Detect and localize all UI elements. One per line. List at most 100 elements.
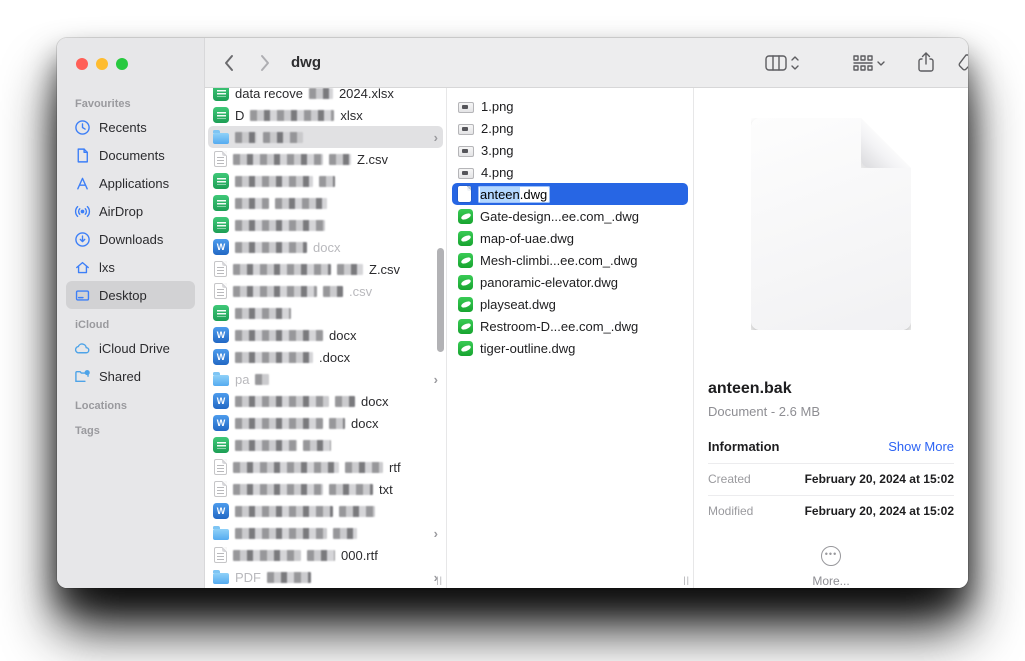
share-icon[interactable]	[917, 52, 935, 73]
redacted-file-row-6[interactable]	[205, 192, 446, 214]
document-icon	[73, 147, 91, 163]
redacted-file-row-16[interactable]: docx	[205, 412, 446, 434]
document-file-icon	[214, 547, 227, 563]
more-label[interactable]: More...	[708, 574, 954, 588]
redacted-text-block	[307, 549, 335, 561]
redacted-text-block	[235, 175, 313, 187]
file-item-mesh-climbi-ee-com-dwg[interactable]: Mesh-climbi...ee.com_.dwg	[447, 249, 693, 271]
dwg-file-icon	[458, 318, 473, 334]
main-area: dwg data recove 2024.xlsx D xlsx › Z.csv…	[205, 38, 968, 588]
file-item-4-png[interactable]: 4.png	[447, 161, 693, 183]
excel-file-icon	[213, 195, 229, 211]
dwg-file-icon	[458, 252, 473, 268]
sidebar-item-lxs[interactable]: lxs	[66, 253, 195, 281]
redacted-text-block	[235, 527, 327, 539]
redacted-file-row-13[interactable]: .docx	[205, 346, 446, 368]
redacted-file-row-9[interactable]: Z.csv	[205, 258, 446, 280]
tags-icon[interactable]	[957, 53, 968, 73]
file-name-fragment: PDF	[235, 569, 261, 585]
sidebar-item-shared[interactable]: Shared	[66, 362, 195, 390]
word-file-icon	[213, 327, 229, 343]
redacted-file-row-7[interactable]	[205, 214, 446, 236]
redacted-text-block	[250, 109, 335, 121]
file-item-gate-design-ee-com-dwg[interactable]: Gate-design...ee.com_.dwg	[447, 205, 693, 227]
window-controls	[76, 58, 128, 70]
column2-resize-handle[interactable]: ||	[683, 575, 690, 585]
file-item-anteen-dwg[interactable]: anteen .dwg	[452, 183, 688, 205]
file-name-label: 2.png	[481, 120, 514, 136]
file-name-fragment: rtf	[389, 459, 401, 475]
column1-scrollbar[interactable]	[437, 248, 444, 352]
close-button[interactable]	[76, 58, 88, 70]
image-thumbnail-icon	[458, 145, 474, 157]
redacted-file-row-3[interactable]: ›	[208, 126, 443, 148]
file-item-2-png[interactable]: 2.png	[447, 117, 693, 139]
redacted-file-row-1[interactable]: data recove 2024.xlsx	[205, 88, 446, 104]
minimize-button[interactable]	[96, 58, 108, 70]
group-icon[interactable]	[853, 54, 885, 72]
sidebar-item-label: Recents	[99, 119, 147, 135]
file-name-fragment: docx	[361, 393, 389, 409]
sidebar-item-label: AirDrop	[99, 203, 144, 219]
sidebar-item-icloud-drive[interactable]: iCloud Drive	[66, 334, 195, 362]
file-item-restroom-d-ee-com-dwg[interactable]: Restroom-D...ee.com_.dwg	[447, 315, 693, 337]
sidebar-item-label: Downloads	[99, 231, 164, 247]
folder-icon	[213, 130, 229, 144]
file-rename-field[interactable]: anteen .dwg	[478, 185, 551, 203]
sidebar-item-applications[interactable]: Applications	[66, 169, 195, 197]
file-item-playseat-dwg[interactable]: playseat.dwg	[447, 293, 693, 315]
redacted-file-row-15[interactable]: docx	[205, 390, 446, 412]
file-item-1-png[interactable]: 1.png	[447, 95, 693, 117]
redacted-file-row-19[interactable]: txt	[205, 478, 446, 500]
file-name-fragment: docx	[351, 415, 379, 431]
sidebar-item-recents[interactable]: Recents	[66, 113, 195, 141]
show-more-link[interactable]: Show More	[888, 439, 954, 454]
redacted-file-row-22[interactable]: 000.rtf	[205, 544, 446, 566]
file-item-panoramic-elevator-dwg[interactable]: panoramic-elevator.dwg	[447, 271, 693, 293]
redacted-text-block	[333, 527, 357, 539]
file-name-label: Mesh-climbi...ee.com_.dwg	[480, 252, 638, 268]
sidebar-item-airdrop[interactable]: AirDrop	[66, 197, 195, 225]
modified-label: Modified	[708, 504, 754, 518]
word-file-icon	[213, 415, 229, 431]
excel-file-icon	[213, 107, 229, 123]
excel-file-icon	[213, 437, 229, 453]
redacted-file-row-14[interactable]: pa ›	[205, 368, 446, 390]
redacted-file-row-10[interactable]: .csv	[205, 280, 446, 302]
file-item-tiger-outline-dwg[interactable]: tiger-outline.dwg	[447, 337, 693, 359]
sidebar-item-label: lxs	[99, 259, 115, 275]
view-columns-icon[interactable]	[765, 53, 803, 73]
file-name-fragment: docx	[313, 239, 341, 255]
forward-button[interactable]	[259, 54, 271, 72]
redacted-file-row-21[interactable]: ›	[205, 522, 446, 544]
redacted-text-block	[345, 461, 383, 473]
file-name-label: playseat.dwg	[480, 296, 556, 312]
file-name-label: 3.png	[481, 142, 514, 158]
sidebar-item-downloads[interactable]: Downloads	[66, 225, 195, 253]
redacted-file-row-2[interactable]: Dxlsx	[205, 104, 446, 126]
sidebar-item-documents[interactable]: Documents	[66, 141, 195, 169]
redacted-file-row-12[interactable]: docx	[205, 324, 446, 346]
word-file-icon	[213, 239, 229, 255]
redacted-file-row-11[interactable]	[205, 302, 446, 324]
redacted-file-row-4[interactable]: Z.csv	[205, 148, 446, 170]
cloud-icon	[73, 340, 91, 356]
column1-resize-handle[interactable]: ||	[436, 575, 443, 585]
back-button[interactable]	[223, 54, 235, 72]
redacted-file-row-18[interactable]: rtf	[205, 456, 446, 478]
file-name-fragment: pa	[235, 371, 250, 387]
redacted-file-row-17[interactable]	[205, 434, 446, 456]
sidebar-item-desktop[interactable]: Desktop	[66, 281, 195, 309]
redacted-file-row-20[interactable]	[205, 500, 446, 522]
redacted-file-row-8[interactable]: docx	[205, 236, 446, 258]
redacted-text-block	[308, 88, 333, 99]
ellipsis-circle-icon[interactable]: •••	[821, 546, 841, 566]
redacted-file-row-5[interactable]	[205, 170, 446, 192]
file-item-map-of-uae-dwg[interactable]: map-of-uae.dwg	[447, 227, 693, 249]
sidebar-item-label: Desktop	[99, 287, 147, 303]
redacted-text-block	[275, 197, 327, 209]
file-item-3-png[interactable]: 3.png	[447, 139, 693, 161]
file-name-fragment: data recove	[235, 88, 303, 101]
zoom-button[interactable]	[116, 58, 128, 70]
redacted-file-row-23[interactable]: PDF ›	[205, 566, 446, 588]
